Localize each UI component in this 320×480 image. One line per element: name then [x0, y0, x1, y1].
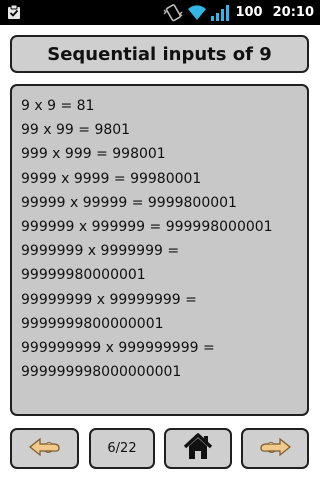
content-line: 9999999800000001: [21, 315, 164, 332]
status-icons: 100 20:10: [163, 0, 314, 25]
page-indicator[interactable]: 6/22: [89, 428, 155, 469]
battery-level: 100: [235, 5, 263, 20]
content-line: 99 x 99 = 9801: [21, 122, 131, 139]
wifi-icon: [187, 4, 207, 21]
content-line: 999999 x 999999 = 999998000001: [21, 219, 273, 236]
hand-left-icon: [28, 435, 62, 463]
title-panel: Sequential inputs of 9: [10, 35, 309, 73]
content-line: 99999999 x 99999999 =: [21, 291, 197, 308]
content-line: 9999 x 9999 = 99980001: [21, 170, 202, 187]
clipboard-check-icon: [7, 4, 21, 20]
page-title: Sequential inputs of 9: [47, 43, 272, 65]
content-line: 999999999 x 999999999 =: [21, 340, 215, 357]
page-indicator-label: 6/22: [107, 441, 137, 456]
clock: 20:10: [272, 5, 314, 20]
content-line: 9999999 x 9999999 =: [21, 243, 180, 260]
content-line: 99999980000001: [21, 267, 146, 284]
content-line: 99999 x 99999 = 9999800001: [21, 194, 237, 211]
content-line: 999 x 999 = 998001: [21, 146, 166, 163]
signal-icon: [211, 4, 230, 21]
next-button[interactable]: [241, 428, 309, 469]
content-line: 999999998000000001: [21, 364, 182, 381]
content-line: 9 x 9 = 81: [21, 98, 95, 114]
content-panel: 9 x 9 = 81 99 x 99 = 9801 999 x 999 = 99…: [10, 84, 309, 416]
vibrate-icon: [163, 3, 183, 22]
status-bar: 100 20:10: [0, 0, 320, 25]
hand-right-icon: [258, 435, 292, 463]
previous-button[interactable]: [10, 428, 79, 469]
home-button[interactable]: [164, 428, 232, 469]
home-icon: [183, 432, 213, 465]
